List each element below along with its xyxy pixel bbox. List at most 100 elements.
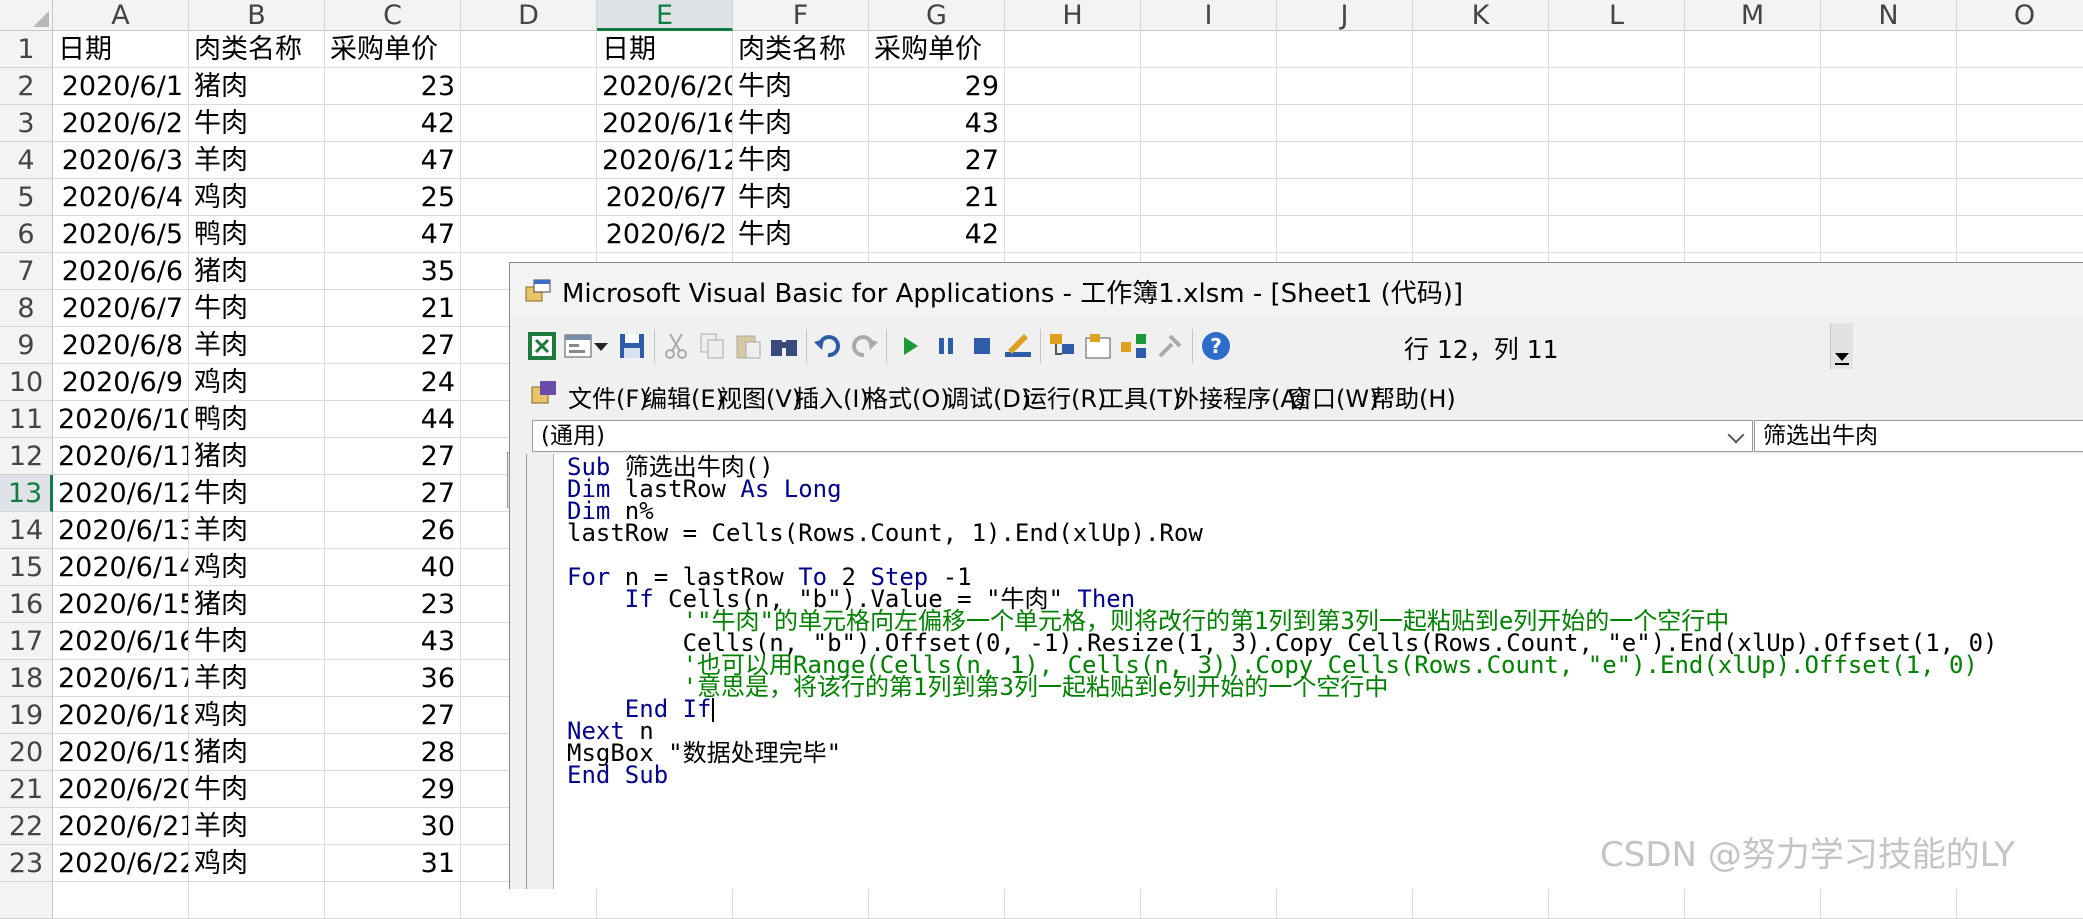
cell-a22[interactable]: 2020/6/21 bbox=[53, 808, 189, 845]
row-header[interactable]: 22 bbox=[0, 808, 53, 845]
cell-c4[interactable]: 47 bbox=[325, 142, 461, 179]
cell-m5[interactable] bbox=[1685, 179, 1821, 216]
cell-b23[interactable]: 鸡肉 bbox=[189, 845, 325, 882]
cell-a10[interactable]: 2020/6/9 bbox=[53, 364, 189, 401]
row-header[interactable]: 3 bbox=[0, 105, 53, 142]
cell-h3[interactable] bbox=[1005, 105, 1141, 142]
cell-k2[interactable] bbox=[1413, 68, 1549, 105]
cell-b20[interactable]: 猪肉 bbox=[189, 734, 325, 771]
cell-k3[interactable] bbox=[1413, 105, 1549, 142]
cell-b22[interactable]: 羊肉 bbox=[189, 808, 325, 845]
select-all-corner[interactable] bbox=[0, 0, 53, 31]
row-header[interactable]: 11 bbox=[0, 401, 53, 438]
code-margin-indicator-bar[interactable] bbox=[527, 454, 554, 889]
cell-a4[interactable]: 2020/6/3 bbox=[53, 142, 189, 179]
cell-c23[interactable]: 31 bbox=[325, 845, 461, 882]
cell-m3[interactable] bbox=[1685, 105, 1821, 142]
cell-i1[interactable] bbox=[1141, 31, 1277, 68]
stop-icon[interactable] bbox=[966, 330, 998, 362]
column-header-g[interactable]: G bbox=[869, 0, 1005, 31]
cell-g4[interactable]: 27 bbox=[869, 142, 1005, 179]
cell-l1[interactable] bbox=[1549, 31, 1685, 68]
cell-b13[interactable]: 牛肉 bbox=[189, 475, 325, 512]
cell-k1[interactable] bbox=[1413, 31, 1549, 68]
cell-c18[interactable]: 36 bbox=[325, 660, 461, 697]
insert-userform-icon[interactable] bbox=[562, 330, 594, 362]
code-line[interactable]: lastRow = Cells(Rows.Count, 1).End(xlUp)… bbox=[567, 519, 1203, 548]
cell-b14[interactable]: 羊肉 bbox=[189, 512, 325, 549]
cell-e5[interactable]: 2020/6/7 bbox=[597, 179, 733, 216]
column-header-f[interactable]: F bbox=[733, 0, 869, 31]
row-header[interactable]: 20 bbox=[0, 734, 53, 771]
cell-f3[interactable]: 牛肉 bbox=[733, 105, 869, 142]
row-header[interactable]: 8 bbox=[0, 290, 53, 327]
row-header[interactable]: 15 bbox=[0, 549, 53, 586]
cell-n6[interactable] bbox=[1821, 216, 1957, 253]
cell-b7[interactable]: 猪肉 bbox=[189, 253, 325, 290]
cell-b6[interactable]: 鸭肉 bbox=[189, 216, 325, 253]
cell-a7[interactable]: 2020/6/6 bbox=[53, 253, 189, 290]
column-header-b[interactable]: B bbox=[189, 0, 325, 31]
menu-item[interactable]: 帮助(H) bbox=[1371, 379, 1456, 414]
cell-c20[interactable]: 28 bbox=[325, 734, 461, 771]
cell-b16[interactable]: 猪肉 bbox=[189, 586, 325, 623]
cell-f6[interactable]: 牛肉 bbox=[733, 216, 869, 253]
cell-a3[interactable]: 2020/6/2 bbox=[53, 105, 189, 142]
cell-c9[interactable]: 27 bbox=[325, 327, 461, 364]
cell-i6[interactable] bbox=[1141, 216, 1277, 253]
excel-icon[interactable] bbox=[526, 330, 558, 362]
cell-b24[interactable] bbox=[189, 882, 325, 919]
cell-e6[interactable]: 2020/6/2 bbox=[597, 216, 733, 253]
cell-f5[interactable]: 牛肉 bbox=[733, 179, 869, 216]
cell-a15[interactable]: 2020/6/14 bbox=[53, 549, 189, 586]
row-header[interactable]: 1 bbox=[0, 31, 53, 68]
cell-e2[interactable]: 2020/6/20 bbox=[597, 68, 733, 105]
paste-icon[interactable] bbox=[732, 330, 764, 362]
cell-a14[interactable]: 2020/6/13 bbox=[53, 512, 189, 549]
cell-n1[interactable] bbox=[1821, 31, 1957, 68]
properties-icon[interactable] bbox=[1082, 330, 1114, 362]
cell-i4[interactable] bbox=[1141, 142, 1277, 179]
row-header[interactable]: 5 bbox=[0, 179, 53, 216]
cell-k5[interactable] bbox=[1413, 179, 1549, 216]
cell-c7[interactable]: 35 bbox=[325, 253, 461, 290]
menu-item[interactable]: 外接程序(A) bbox=[1175, 379, 1306, 414]
cell-b19[interactable]: 鸡肉 bbox=[189, 697, 325, 734]
cell-b18[interactable]: 羊肉 bbox=[189, 660, 325, 697]
menu-item[interactable]: 插入(I) bbox=[795, 379, 869, 414]
cell-d2[interactable] bbox=[461, 68, 597, 105]
toolbox-icon[interactable] bbox=[1154, 330, 1186, 362]
cell-m6[interactable] bbox=[1685, 216, 1821, 253]
cell-m4[interactable] bbox=[1685, 142, 1821, 179]
menu-item[interactable]: 工具(T) bbox=[1100, 379, 1181, 414]
cell-a6[interactable]: 2020/6/5 bbox=[53, 216, 189, 253]
menu-item[interactable]: 格式(O) bbox=[864, 379, 950, 414]
cell-b5[interactable]: 鸡肉 bbox=[189, 179, 325, 216]
cell-b4[interactable]: 羊肉 bbox=[189, 142, 325, 179]
cell-f4[interactable]: 牛肉 bbox=[733, 142, 869, 179]
cell-d1[interactable] bbox=[461, 31, 597, 68]
cell-o2[interactable] bbox=[1957, 68, 2083, 105]
code-editor[interactable]: Sub 筛选出牛肉() Dim lastRow As Long Dim n% last… bbox=[526, 453, 2083, 889]
design-mode-icon[interactable] bbox=[1002, 330, 1034, 362]
find-icon[interactable] bbox=[768, 330, 800, 362]
cell-b10[interactable]: 鸡肉 bbox=[189, 364, 325, 401]
toolbar-options-button[interactable] bbox=[1830, 323, 1853, 369]
redo-icon[interactable] bbox=[848, 330, 880, 362]
row-header[interactable] bbox=[0, 882, 53, 919]
cell-a17[interactable]: 2020/6/16 bbox=[53, 623, 189, 660]
cell-n4[interactable] bbox=[1821, 142, 1957, 179]
cell-h6[interactable] bbox=[1005, 216, 1141, 253]
row-header[interactable]: 4 bbox=[0, 142, 53, 179]
cell-c14[interactable]: 26 bbox=[325, 512, 461, 549]
cell-b17[interactable]: 牛肉 bbox=[189, 623, 325, 660]
cell-b11[interactable]: 鸭肉 bbox=[189, 401, 325, 438]
cell-i5[interactable] bbox=[1141, 179, 1277, 216]
cell-o6[interactable] bbox=[1957, 216, 2083, 253]
cell-j2[interactable] bbox=[1277, 68, 1413, 105]
row-header[interactable]: 21 bbox=[0, 771, 53, 808]
cell-b3[interactable]: 牛肉 bbox=[189, 105, 325, 142]
cell-c8[interactable]: 21 bbox=[325, 290, 461, 327]
cell-l5[interactable] bbox=[1549, 179, 1685, 216]
column-header-l[interactable]: L bbox=[1549, 0, 1685, 31]
